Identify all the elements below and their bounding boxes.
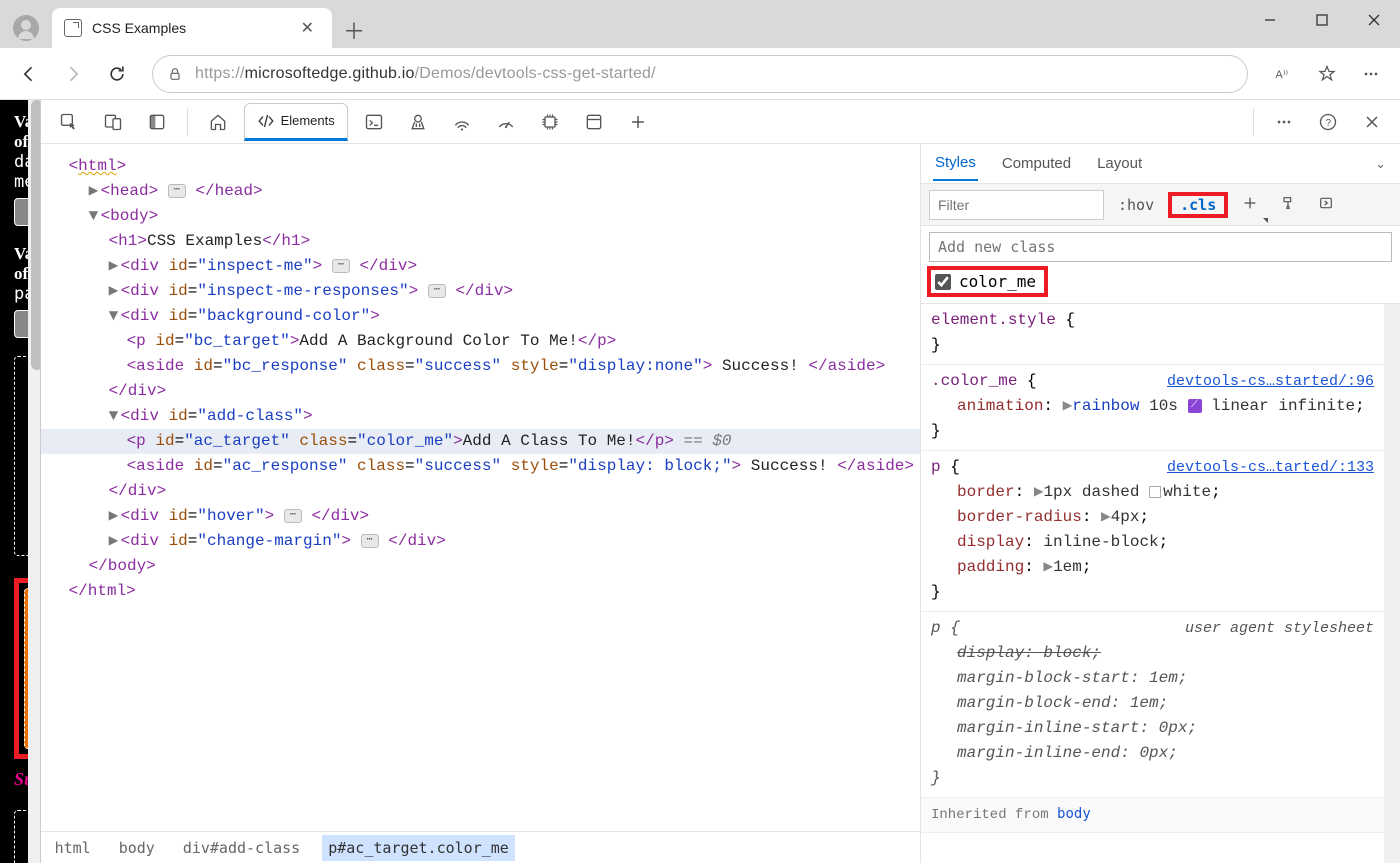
elements-tab[interactable]: Elements	[244, 103, 348, 141]
styles-pane: Styles Computed Layout ⌄ :hov .cls	[920, 144, 1400, 863]
bg-color-target-box[interactable]: Add A Background Color To Me!	[14, 356, 28, 556]
source-link[interactable]: devtools-cs…started/:96	[1167, 369, 1374, 394]
avatar-icon	[13, 15, 39, 41]
page-pane: Value of data-message: Value of padding:…	[0, 100, 40, 863]
breadcrumb-item[interactable]: body	[113, 835, 161, 861]
toggle-pane-button[interactable]	[1310, 189, 1342, 221]
inherited-from: Inherited from body	[921, 798, 1384, 833]
styles-pane-tabs: Styles Computed Layout ⌄	[921, 144, 1400, 184]
style-rule[interactable]: element.style {}	[921, 304, 1384, 365]
hov-toggle[interactable]: :hov	[1110, 190, 1162, 220]
styles-rules-list[interactable]: element.style {} devtools-cs…started/:96…	[921, 304, 1384, 863]
svg-text:A⁾⁾: A⁾⁾	[1276, 69, 1289, 81]
add-class-input[interactable]	[929, 232, 1392, 262]
dom-breadcrumb: html body div#add-class p#ac_target.colo…	[41, 831, 920, 863]
dock-side-button[interactable]	[139, 104, 175, 140]
cls-toggle-highlight: .cls	[1168, 192, 1228, 218]
minimize-button[interactable]	[1244, 0, 1296, 40]
ua-source: user agent stylesheet	[1185, 616, 1374, 641]
reload-button[interactable]	[98, 55, 136, 93]
device-emulation-button[interactable]	[95, 104, 131, 140]
devtools-panel: Elements ? <html> ▶<head> ⋯ </head> ▼<bo…	[40, 100, 1400, 863]
class-checkbox[interactable]	[935, 274, 951, 290]
chevron-down-icon[interactable]: ⌄	[1375, 156, 1386, 172]
elements-icon	[257, 112, 275, 130]
back-button[interactable]	[10, 55, 48, 93]
page-content: Value of data-message: Value of padding:…	[0, 100, 28, 863]
tab-close-button[interactable]: ✕	[295, 16, 320, 40]
data-message-value-box	[14, 198, 28, 226]
tab-title: CSS Examples	[92, 20, 285, 36]
url-text: https://microsoftedge.github.io/Demos/de…	[195, 65, 656, 83]
memory-tab[interactable]	[532, 104, 568, 140]
application-tab[interactable]	[576, 104, 612, 140]
styles-toolbar: :hov .cls	[921, 184, 1400, 226]
network-tab[interactable]	[444, 104, 480, 140]
dom-tree-pane: <html> ▶<head> ⋯ </head> ▼<body> <h1>CSS…	[41, 144, 920, 863]
svg-text:?: ?	[1326, 118, 1332, 129]
new-style-rule-button[interactable]	[1234, 189, 1266, 221]
selected-dom-node[interactable]: <p id="ac_target" class="color_me">Add A…	[41, 429, 920, 454]
source-link[interactable]: devtools-cs…tarted/:133	[1167, 455, 1374, 480]
page-scrollbar[interactable]	[28, 100, 40, 863]
new-tab-button[interactable]: ＋	[336, 12, 372, 48]
cls-toggle[interactable]: .cls	[1172, 191, 1224, 219]
dom-tree[interactable]: <html> ▶<head> ⋯ </head> ▼<body> <h1>CSS…	[41, 144, 920, 831]
performance-tab[interactable]	[488, 104, 524, 140]
sources-tab[interactable]	[400, 104, 436, 140]
favorite-button[interactable]	[1308, 55, 1346, 93]
breadcrumb-item-selected[interactable]: p#ac_target.color_me	[322, 835, 515, 861]
content-area: Value of data-message: Value of padding:…	[0, 100, 1400, 863]
more-tabs-button[interactable]	[620, 104, 656, 140]
read-aloud-button[interactable]: A⁾⁾	[1264, 55, 1302, 93]
styles-scrollbar[interactable]	[1384, 304, 1400, 863]
page-icon	[64, 19, 82, 37]
devtools-menu-button[interactable]	[1266, 104, 1302, 140]
devtools-toolbar: Elements ?	[41, 100, 1400, 144]
inspect-element-button[interactable]	[51, 104, 87, 140]
styles-filter-input[interactable]	[929, 190, 1104, 220]
style-rule[interactable]: devtools-cs…tarted/:133 p { border: ▶1px…	[921, 451, 1384, 612]
add-class-highlight: Add A Class To Me!	[14, 578, 28, 759]
elements-tab-label: Elements	[281, 113, 335, 128]
layout-tab[interactable]: Layout	[1095, 147, 1144, 180]
close-devtools-button[interactable]	[1354, 104, 1390, 140]
console-tab[interactable]	[356, 104, 392, 140]
welcome-tab[interactable]	[200, 104, 236, 140]
maximize-button[interactable]	[1296, 0, 1348, 40]
browser-tab[interactable]: CSS Examples ✕	[52, 8, 332, 48]
forward-button[interactable]	[54, 55, 92, 93]
close-window-button[interactable]	[1348, 0, 1400, 40]
browser-toolbar: https://microsoftedge.github.io/Demos/de…	[0, 48, 1400, 100]
class-checkbox-highlight: color_me	[927, 266, 1048, 297]
styles-tab[interactable]: Styles	[933, 146, 978, 181]
breadcrumb-item[interactable]: div#add-class	[177, 835, 306, 861]
help-button[interactable]: ?	[1310, 104, 1346, 140]
titlebar: CSS Examples ✕ ＋	[0, 0, 1400, 48]
breadcrumb-item[interactable]: html	[49, 835, 97, 861]
address-bar[interactable]: https://microsoftedge.github.io/Demos/de…	[152, 55, 1248, 93]
style-rule[interactable]: devtools-cs…started/:96 .color_me { anim…	[921, 365, 1384, 451]
window-controls	[1244, 0, 1400, 40]
paint-button[interactable]	[1272, 189, 1304, 221]
computed-tab[interactable]: Computed	[1000, 147, 1073, 180]
hover-target-box[interactable]: Hover Over Me!	[14, 810, 28, 863]
menu-button[interactable]	[1352, 55, 1390, 93]
profile-button[interactable]	[8, 10, 44, 46]
style-rule-ua[interactable]: user agent stylesheet p { display: block…	[921, 612, 1384, 798]
padding-value-box	[14, 310, 28, 338]
element-classes-section: color_me	[921, 226, 1400, 304]
class-checkbox-label: color_me	[959, 272, 1036, 291]
lock-icon	[167, 66, 183, 82]
